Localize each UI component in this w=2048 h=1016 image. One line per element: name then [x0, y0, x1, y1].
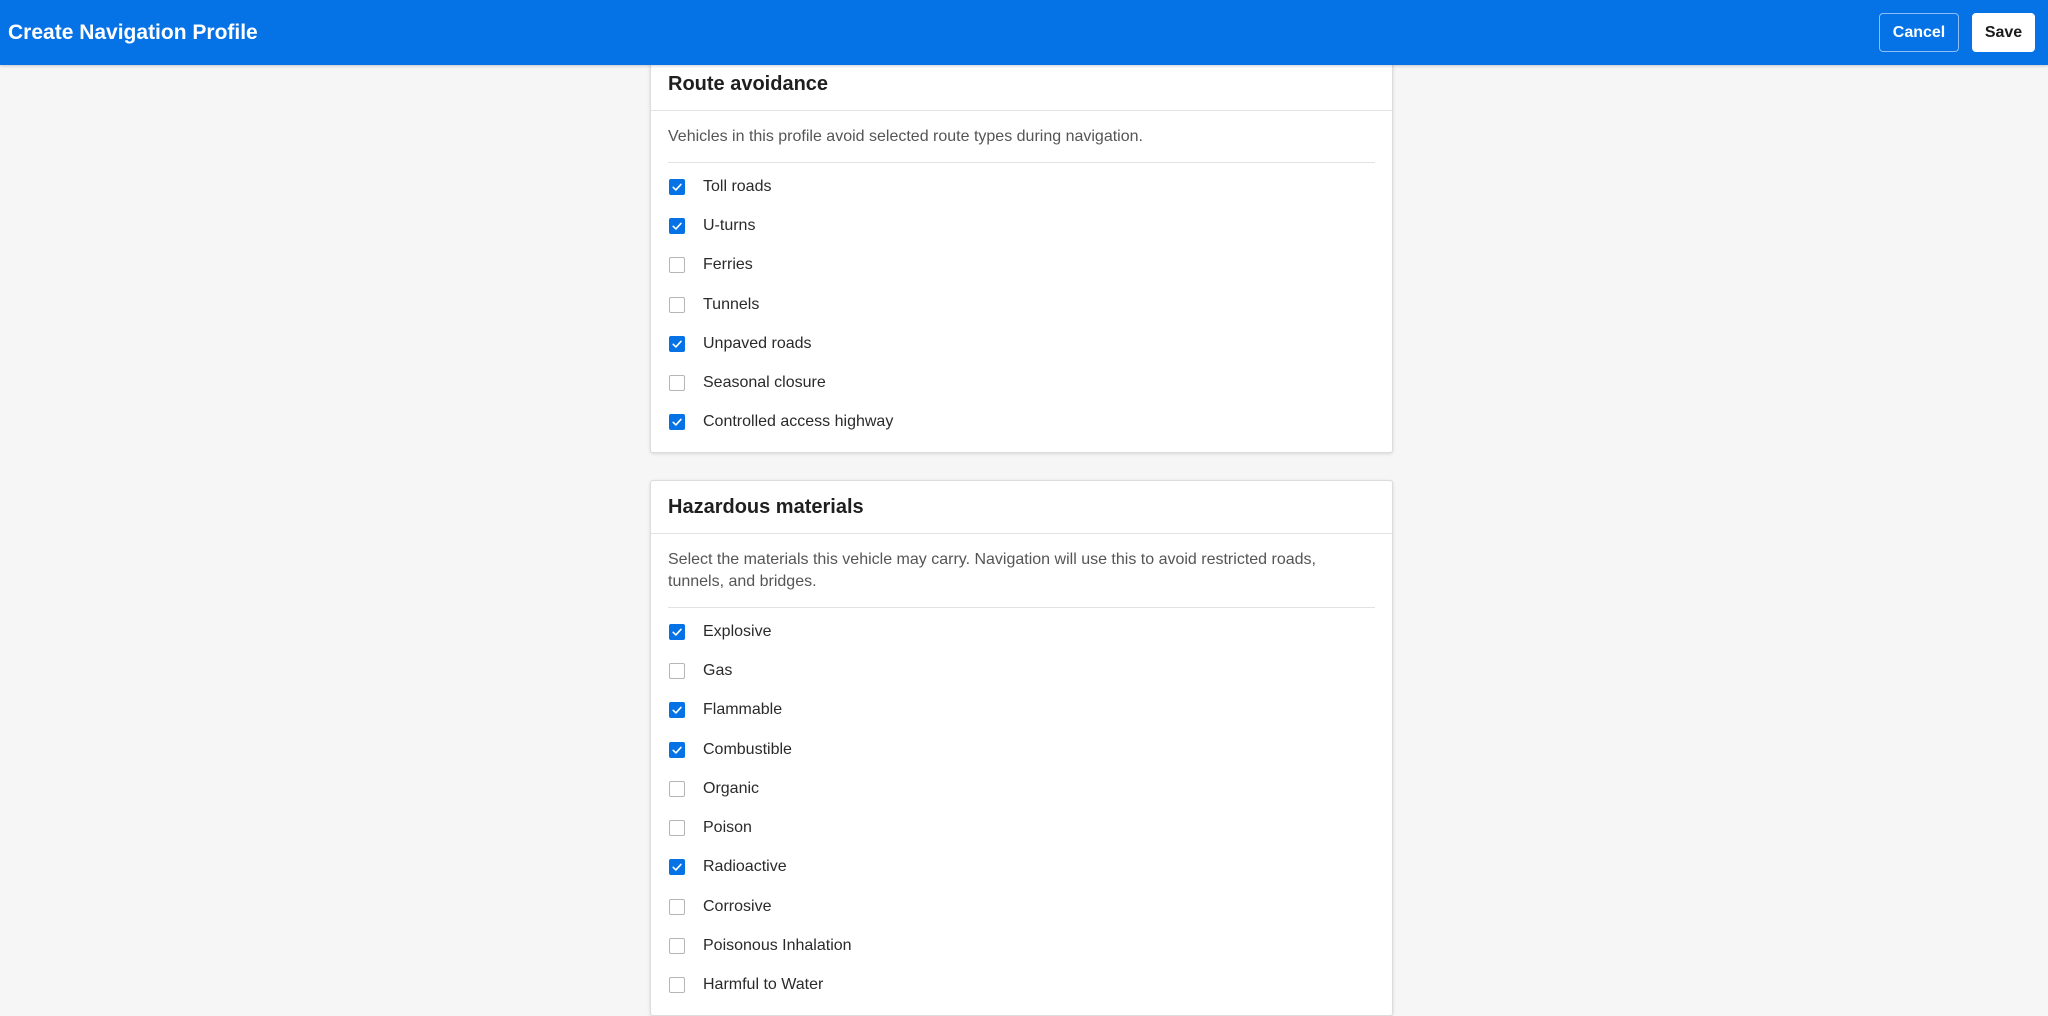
hazardous-materials-description: Select the materials this vehicle may ca…	[668, 534, 1375, 608]
checkbox-option[interactable]: Ferries	[668, 246, 1375, 285]
checkbox-option[interactable]: Gas	[668, 651, 1375, 690]
checkbox-label: Toll roads	[703, 177, 772, 195]
checkbox-option[interactable]: Controlled access highway	[668, 403, 1375, 442]
checkbox-checked[interactable]	[669, 702, 685, 719]
checkbox-unchecked[interactable]	[669, 296, 685, 313]
checkbox-unchecked[interactable]	[669, 662, 685, 679]
route-avoidance-card: Route avoidance Vehicles in this profile…	[650, 57, 1393, 454]
checkbox-label: Tunnels	[703, 295, 760, 313]
checkbox-option[interactable]: Poisonous Inhalation	[668, 926, 1375, 965]
hazardous-materials-card: Hazardous materials Select the materials…	[650, 480, 1393, 1016]
checkbox-unchecked[interactable]	[669, 977, 685, 994]
checkbox-label: Poisonous Inhalation	[703, 937, 852, 955]
checkbox-label: Combustible	[703, 740, 792, 758]
checkmark-icon	[672, 340, 682, 348]
checkbox-unchecked[interactable]	[669, 257, 685, 274]
checkbox-option[interactable]: U-turns	[668, 206, 1375, 245]
hazardous-materials-title: Hazardous materials	[651, 481, 1392, 534]
checkbox-option[interactable]: Unpaved roads	[668, 324, 1375, 363]
checkbox-option[interactable]: Seasonal closure	[668, 363, 1375, 402]
route-avoidance-title: Route avoidance	[651, 58, 1392, 111]
checkbox-label: U-turns	[703, 216, 756, 234]
checkmark-icon	[672, 628, 682, 636]
checkbox-option[interactable]: Corrosive	[668, 887, 1375, 926]
checkbox-option[interactable]: Combustible	[668, 730, 1375, 769]
checkbox-option[interactable]: Toll roads	[668, 167, 1375, 206]
checkmark-icon	[672, 183, 682, 191]
route-avoidance-options: Toll roads U-turns Ferries Tunnels Unpaved r…	[651, 163, 1392, 452]
checkmark-icon	[672, 222, 682, 230]
top-app-bar: Create Navigation Profile Cancel Save	[0, 0, 2048, 65]
checkbox-label: Explosive	[703, 622, 772, 640]
checkbox-label: Ferries	[703, 256, 753, 274]
checkbox-option[interactable]: Tunnels	[668, 285, 1375, 324]
checkbox-unchecked[interactable]	[669, 938, 685, 955]
checkbox-checked[interactable]	[669, 178, 685, 195]
checkbox-checked[interactable]	[669, 217, 685, 234]
checkmark-icon	[672, 746, 682, 754]
checkbox-checked[interactable]	[669, 414, 685, 431]
checkbox-unchecked[interactable]	[669, 375, 685, 392]
checkbox-label: Corrosive	[703, 897, 772, 915]
hazardous-materials-options: Explosive Gas Flammable Combustible Organic P…	[651, 608, 1392, 1015]
checkbox-option[interactable]: Radioactive	[668, 848, 1375, 887]
checkbox-option[interactable]: Poison	[668, 808, 1375, 847]
page-title: Create Navigation Profile	[8, 21, 258, 44]
checkbox-label: Unpaved roads	[703, 334, 812, 352]
checkbox-unchecked[interactable]	[669, 820, 685, 837]
save-button[interactable]: Save	[1972, 13, 2035, 52]
checkmark-icon	[672, 864, 682, 872]
checkmark-icon	[672, 706, 682, 714]
cancel-button[interactable]: Cancel	[1879, 13, 1959, 52]
checkbox-option[interactable]: Harmful to Water	[668, 966, 1375, 1005]
checkbox-label: Gas	[703, 661, 733, 679]
checkbox-label: Flammable	[703, 701, 783, 719]
checkbox-label: Poison	[703, 819, 752, 837]
checkbox-unchecked[interactable]	[669, 780, 685, 797]
checkbox-label: Controlled access highway	[703, 413, 894, 431]
checkbox-unchecked[interactable]	[669, 898, 685, 915]
checkmark-icon	[672, 419, 682, 427]
checkbox-checked[interactable]	[669, 859, 685, 876]
checkbox-label: Organic	[703, 779, 760, 797]
checkbox-checked[interactable]	[669, 335, 685, 352]
checkbox-label: Seasonal closure	[703, 374, 826, 392]
checkbox-label: Harmful to Water	[703, 976, 824, 994]
checkbox-option[interactable]: Flammable	[668, 691, 1375, 730]
route-avoidance-description: Vehicles in this profile avoid selected …	[668, 111, 1375, 163]
checkbox-option[interactable]: Explosive	[668, 612, 1375, 651]
checkbox-checked[interactable]	[669, 741, 685, 758]
checkbox-checked[interactable]	[669, 623, 685, 640]
checkbox-label: Radioactive	[703, 858, 787, 876]
checkbox-option[interactable]: Organic	[668, 769, 1375, 808]
